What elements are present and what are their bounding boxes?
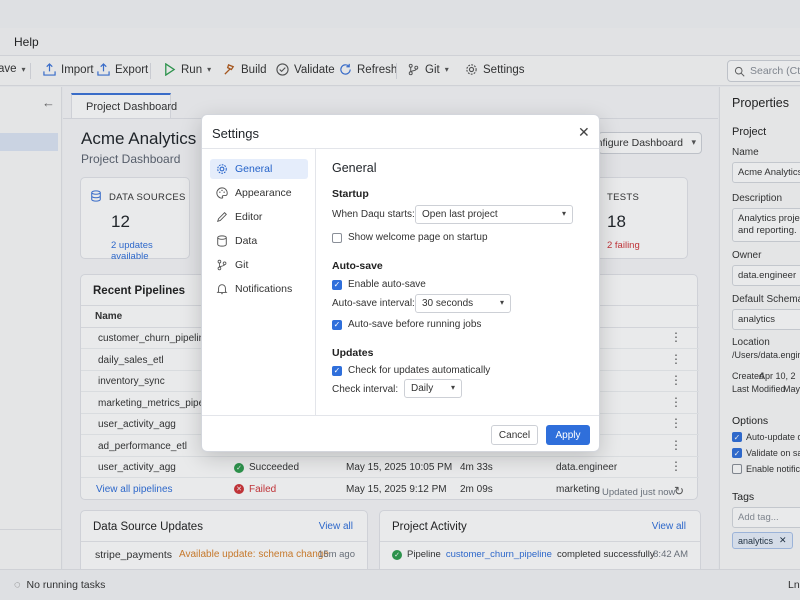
settings-dialog: Settings ✕ General Appearance Editor Dat… — [201, 114, 600, 452]
enable-autosave-checkbox[interactable]: ✓ Enable auto-save — [332, 279, 426, 290]
nav-label: Appearance — [235, 187, 292, 199]
nav-editor[interactable]: Editor — [210, 207, 308, 227]
palette-icon — [216, 187, 228, 199]
nav-label: General — [235, 163, 273, 175]
git-branch-icon — [217, 259, 227, 271]
nav-git[interactable]: Git — [210, 255, 308, 275]
when-starts-select[interactable]: Open last project ▾ — [415, 205, 573, 224]
nav-label: Editor — [235, 211, 263, 223]
pencil-icon — [216, 212, 227, 223]
chevron-down-icon: ▾ — [499, 298, 504, 307]
checkbox-label: Enable auto-save — [348, 279, 426, 290]
chevron-down-icon: ▾ — [561, 209, 566, 218]
autosave-before-checkbox[interactable]: ✓ Auto-save before running jobs — [332, 319, 481, 330]
when-starts-label: When Daqu starts: — [332, 209, 415, 220]
select-value: Open last project — [422, 209, 498, 220]
check-updates-checkbox[interactable]: ✓ Check for updates automatically — [332, 365, 490, 376]
dialog-title: Settings — [212, 126, 259, 141]
checkbox-checked[interactable]: ✓ — [332, 279, 342, 290]
checkbox-label: Show welcome page on startup — [348, 232, 488, 243]
checkbox-checked[interactable]: ✓ — [332, 365, 342, 376]
autosave-heading: Auto-save — [332, 260, 383, 272]
select-value: 30 seconds — [422, 298, 474, 309]
nav-data[interactable]: Data — [210, 231, 308, 251]
settings-content: General Startup When Daqu starts: Open l… — [317, 149, 599, 415]
settings-nav: General Appearance Editor Data Git Notif… — [202, 149, 316, 415]
select-value: Daily — [411, 383, 434, 394]
updates-heading: Updates — [332, 347, 374, 359]
interval-label: Auto-save interval: — [332, 298, 415, 309]
chevron-down-icon: ▾ — [450, 383, 455, 392]
section-heading: General — [332, 161, 377, 175]
show-welcome-checkbox[interactable]: Show welcome page on startup — [332, 232, 488, 243]
nav-general[interactable]: General — [210, 159, 308, 179]
bell-icon — [216, 284, 228, 295]
check-interval-label: Check interval: — [332, 384, 399, 395]
nav-notifications[interactable]: Notifications — [210, 279, 308, 299]
nav-label: Notifications — [235, 283, 293, 295]
cancel-button[interactable]: Cancel — [491, 425, 538, 445]
checkbox-checked[interactable]: ✓ — [332, 319, 342, 330]
close-icon[interactable]: ✕ — [578, 124, 590, 141]
startup-heading: Startup — [332, 188, 369, 200]
nav-label: Git — [235, 259, 249, 271]
nav-appearance[interactable]: Appearance — [210, 183, 308, 203]
check-interval-select[interactable]: Daily ▾ — [404, 379, 462, 398]
divider — [202, 415, 599, 416]
autosave-interval-select[interactable]: 30 seconds ▾ — [415, 294, 511, 313]
checkbox-unchecked[interactable] — [332, 232, 342, 243]
checkbox-label: Check for updates automatically — [348, 365, 491, 376]
checkbox-label: Auto-save before running jobs — [348, 319, 482, 330]
apply-button[interactable]: Apply — [546, 425, 590, 445]
database-icon — [217, 235, 227, 247]
nav-label: Data — [235, 235, 258, 247]
gear-icon — [217, 164, 227, 174]
